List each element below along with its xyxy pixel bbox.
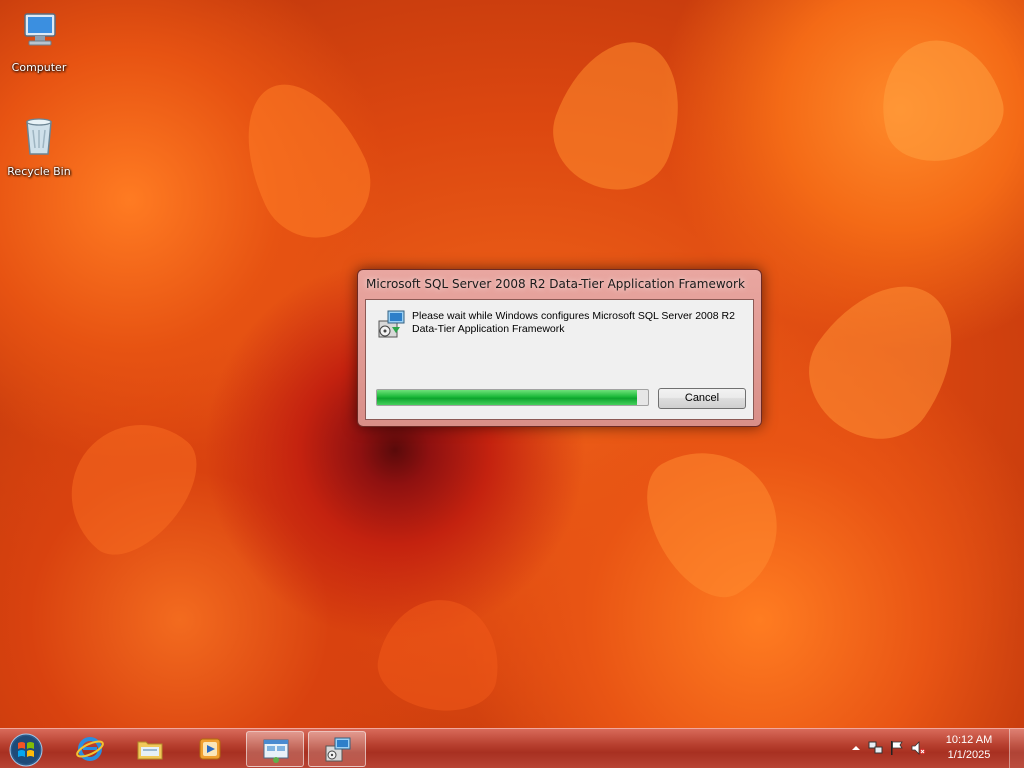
desktop-icon-computer[interactable]: Computer bbox=[1, 8, 77, 74]
installer-dialog: Microsoft SQL Server 2008 R2 Data-Tier A… bbox=[357, 269, 762, 427]
show-hidden-icons-arrow[interactable] bbox=[848, 740, 864, 756]
start-button[interactable] bbox=[6, 732, 46, 768]
recycle-bin-icon bbox=[26, 118, 52, 155]
taskbar-remote-window-button[interactable] bbox=[246, 731, 304, 767]
clock[interactable]: 10:12 AM 1/1/2025 bbox=[934, 733, 1004, 763]
ie-icon bbox=[76, 737, 104, 761]
wallpaper-petal bbox=[866, 26, 1014, 174]
taskbar-media-player-button[interactable] bbox=[181, 731, 239, 767]
cancel-button[interactable]: Cancel bbox=[658, 388, 746, 409]
system-tray: 10:12 AM 1/1/2025 bbox=[834, 729, 1024, 769]
progress-bar bbox=[376, 389, 649, 406]
computer-icon bbox=[24, 13, 56, 46]
wallpaper-petal bbox=[42, 396, 218, 574]
dialog-message-line1: Please wait while Windows configures Mic… bbox=[412, 310, 735, 322]
taskbar: 10:12 AM 1/1/2025 bbox=[0, 728, 1024, 769]
network-window-icon bbox=[263, 739, 289, 763]
windows-start-icon bbox=[9, 733, 43, 767]
taskbar-installer-button[interactable] bbox=[308, 731, 366, 767]
installer-icon bbox=[378, 310, 405, 338]
volume-muted-icon[interactable] bbox=[910, 740, 926, 756]
clock-date: 1/1/2025 bbox=[947, 749, 991, 761]
wallpaper-petal bbox=[625, 425, 805, 615]
network-icon[interactable] bbox=[868, 740, 884, 756]
desktop-icon-label: Computer bbox=[11, 61, 67, 74]
show-desktop-button[interactable] bbox=[1009, 729, 1024, 769]
wallpaper-petal bbox=[221, 64, 389, 256]
wallpaper-petal bbox=[785, 257, 985, 463]
dialog-title[interactable]: Microsoft SQL Server 2008 R2 Data-Tier A… bbox=[358, 270, 761, 298]
desktop-icon-label: Recycle Bin bbox=[7, 165, 71, 178]
taskbar-ie-button[interactable] bbox=[61, 731, 119, 767]
dialog-message: Please wait while Windows configures Mic… bbox=[412, 310, 752, 336]
folder-icon bbox=[137, 741, 163, 760]
dialog-client-area: Please wait while Windows configures Mic… bbox=[365, 299, 754, 420]
installer-icon bbox=[325, 737, 351, 762]
dialog-message-line2: Data-Tier Application Framework bbox=[412, 323, 565, 335]
action-center-flag-icon[interactable] bbox=[889, 740, 905, 756]
media-player-icon bbox=[199, 738, 221, 760]
desktop-icon-recycle-bin[interactable]: Recycle Bin bbox=[1, 112, 77, 178]
progress-bar-fill bbox=[377, 390, 638, 405]
taskbar-explorer-button[interactable] bbox=[121, 731, 179, 767]
clock-time: 10:12 AM bbox=[945, 734, 993, 746]
wallpaper-petal bbox=[537, 24, 703, 206]
wallpaper-petal bbox=[371, 590, 509, 720]
